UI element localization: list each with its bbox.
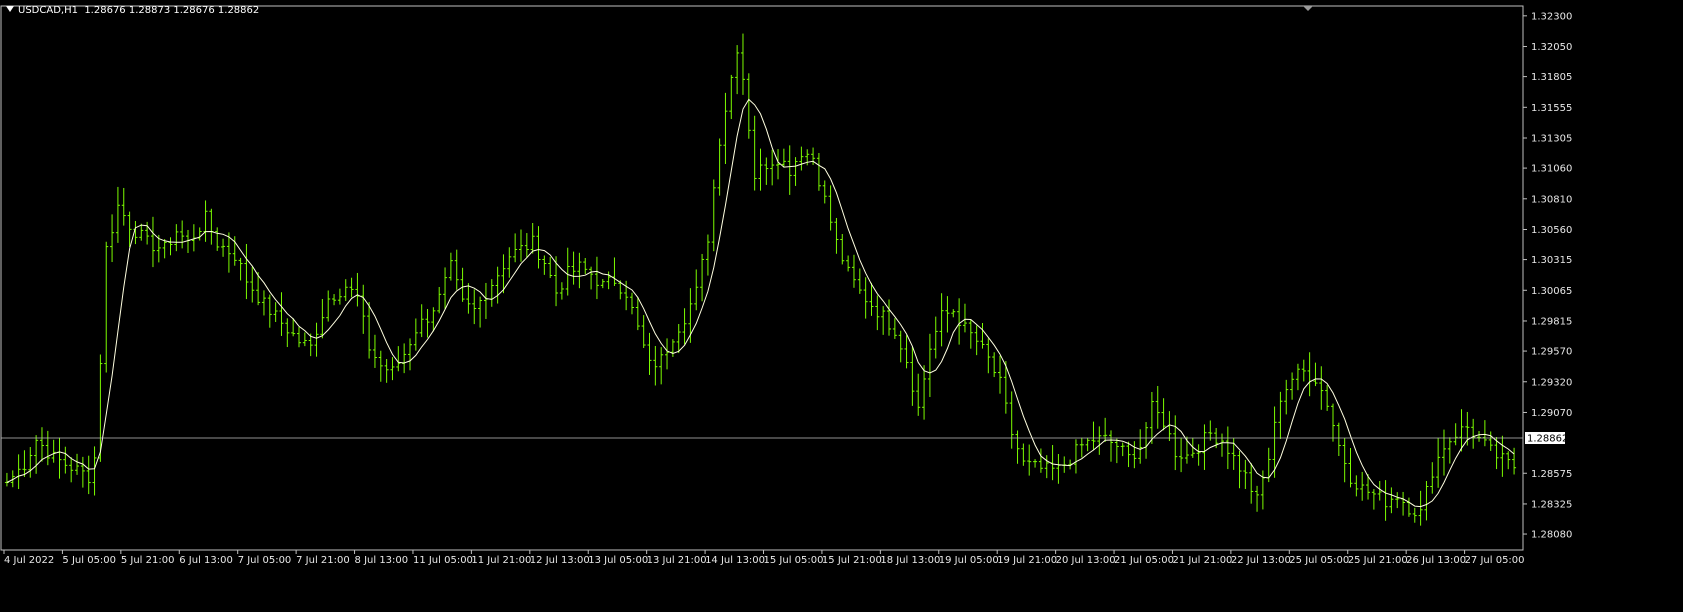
- x-tick-label: 13 Jul 05:00: [588, 555, 648, 566]
- x-tick-label: 22 Jul 13:00: [1231, 555, 1291, 566]
- x-tick-label: 5 Jul 05:00: [62, 555, 116, 566]
- x-tick-label: 4 Jul 2022: [4, 555, 54, 566]
- chart-svg: 1.28862 1.32300 1.32050 1.31805 1.31555 1.31…: [0, 0, 1683, 608]
- x-tick-label: 21 Jul 05:00: [1114, 555, 1174, 566]
- x-tick-label: 26 Jul 13:00: [1406, 555, 1466, 566]
- chart-background: [0, 0, 1683, 608]
- symbol-menu-triangle-icon[interactable]: [6, 6, 14, 12]
- chart[interactable]: 1.28862 1.32300 1.32050 1.31805 1.31555 1.31…: [0, 0, 1683, 608]
- x-tick-label: 11 Jul 21:00: [471, 555, 531, 566]
- x-tick-label: 25 Jul 21:00: [1348, 555, 1408, 566]
- x-tick-label: 12 Jul 13:00: [530, 555, 590, 566]
- y-tick-label: 1.29815: [1531, 316, 1572, 327]
- y-tick-label: 1.30560: [1531, 225, 1572, 236]
- symbol-timeframe: USDCAD,H1: [18, 5, 78, 16]
- y-tick-label: 1.29320: [1531, 377, 1572, 388]
- x-tick-label: 13 Jul 21:00: [647, 555, 707, 566]
- y-tick-label: 1.32050: [1531, 42, 1572, 53]
- x-tick-label: 8 Jul 13:00: [355, 555, 409, 566]
- x-tick-label: 18 Jul 13:00: [880, 555, 940, 566]
- y-tick-label: 1.30315: [1531, 255, 1572, 266]
- x-tick-label: 14 Jul 13:00: [705, 555, 765, 566]
- x-tick-label: 19 Jul 05:00: [939, 555, 999, 566]
- x-tick-label: 20 Jul 13:00: [1056, 555, 1116, 566]
- y-tick-label: 1.31805: [1531, 72, 1572, 83]
- y-tick-label: 1.32300: [1531, 11, 1572, 22]
- x-tick-label: 15 Jul 21:00: [822, 555, 882, 566]
- x-tick-label: 11 Jul 05:00: [413, 555, 473, 566]
- y-tick-label: 1.29070: [1531, 408, 1572, 419]
- x-tick-label: 5 Jul 21:00: [121, 555, 175, 566]
- y-tick-label: 1.28080: [1531, 530, 1572, 541]
- y-tick-label: 1.31555: [1531, 103, 1572, 114]
- price-line-label: 1.28862: [1527, 434, 1568, 445]
- x-tick-label: 21 Jul 21:00: [1172, 555, 1232, 566]
- x-tick-label: 6 Jul 13:00: [179, 555, 233, 566]
- x-tick-label: 19 Jul 21:00: [997, 555, 1057, 566]
- ohlc-values: 1.28676 1.28873 1.28676 1.28862: [84, 5, 260, 16]
- y-tick-label: 1.31305: [1531, 134, 1572, 145]
- x-tick-label: 7 Jul 05:00: [238, 555, 292, 566]
- x-tick-label: 15 Jul 05:00: [764, 555, 824, 566]
- x-tick-label: 25 Jul 05:00: [1289, 555, 1349, 566]
- y-tick-label: 1.30810: [1531, 194, 1572, 205]
- y-tick-label: 1.29570: [1531, 347, 1572, 358]
- chart-header: USDCAD,H1 1.28676 1.28873 1.28676 1.2886…: [6, 5, 259, 16]
- x-tick-label: 27 Jul 05:00: [1465, 555, 1525, 566]
- y-tick-label: 1.30065: [1531, 286, 1572, 297]
- y-tick-label: 1.28575: [1531, 469, 1572, 480]
- x-tick-label: 7 Jul 21:00: [296, 555, 350, 566]
- y-tick-label: 1.28325: [1531, 499, 1572, 510]
- y-tick-label: 1.31060: [1531, 164, 1572, 175]
